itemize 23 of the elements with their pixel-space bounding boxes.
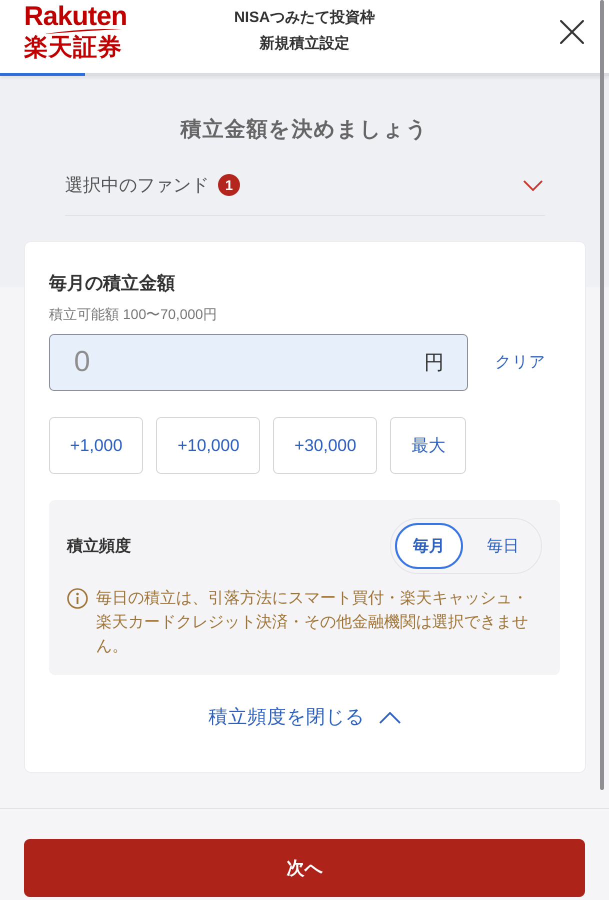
frequency-label: 積立頻度 <box>67 536 131 556</box>
quick-add-button[interactable]: +30,000 <box>273 417 378 474</box>
fund-selector[interactable]: 選択中のファンド 1 <box>65 162 545 216</box>
page-title: NISAつみたて投資枠 <box>234 8 375 28</box>
logo-wordmark: Rakuten <box>24 3 128 29</box>
quick-add-button[interactable]: 最大 <box>390 417 466 474</box>
count-badge: 1 <box>218 174 240 196</box>
quick-add-button[interactable]: +10,000 <box>156 417 260 474</box>
collapse-frequency-link[interactable]: 積立頻度を閉じる <box>208 705 400 731</box>
close-icon <box>559 19 585 45</box>
info-icon <box>67 588 88 609</box>
section-heading: 積立金額を決めましょう <box>179 116 430 143</box>
currency-unit: 円 <box>424 350 444 376</box>
frequency-option[interactable]: 毎月 <box>395 523 463 569</box>
notice-text: 毎日の積立は、引落方法にスマート買付・楽天キャッシュ・楽天カードクレジット決済・その他金融機関は選択できません。 <box>96 588 529 657</box>
page-subtitle: 新規積立設定 <box>258 34 350 54</box>
logo-subtitle: 楽天証券 <box>24 34 122 62</box>
card-title: 毎月の積立金額 <box>49 272 176 295</box>
clear-link[interactable]: クリア <box>495 352 546 373</box>
next-button[interactable]: 次へ <box>24 839 585 897</box>
quick-add-button[interactable]: +1,000 <box>49 417 144 474</box>
frequency-option[interactable]: 毎日 <box>469 523 537 569</box>
range-note: 積立可能額 100〜70,000円 <box>49 305 218 324</box>
